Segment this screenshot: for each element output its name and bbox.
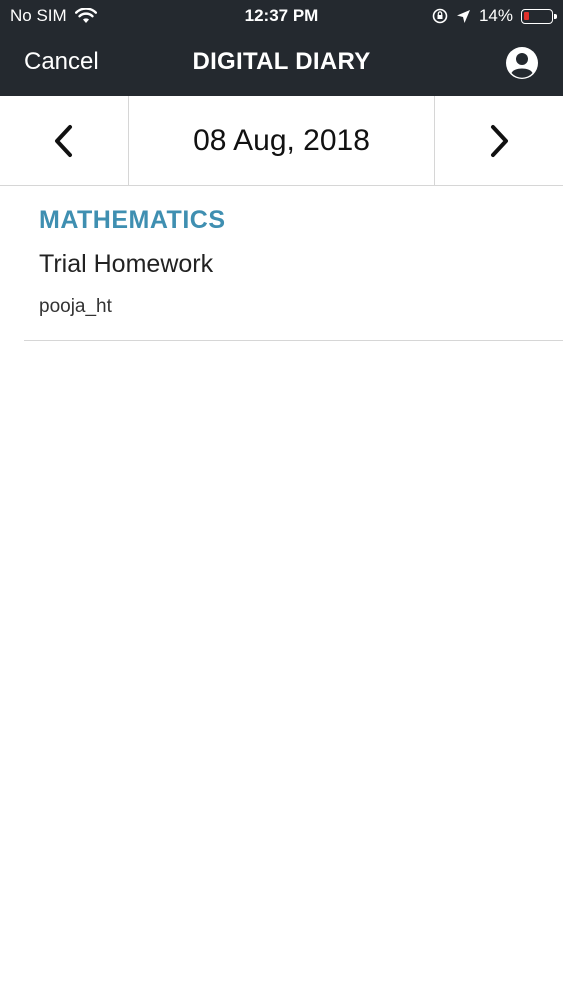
battery-icon xyxy=(521,8,557,24)
status-bar: No SIM 12:37 PM 14% xyxy=(0,0,563,32)
status-right: 14% xyxy=(432,6,557,26)
previous-date-button[interactable] xyxy=(0,96,129,185)
chevron-right-icon xyxy=(491,124,508,157)
next-date-button[interactable] xyxy=(434,96,563,185)
user-circle-icon[interactable] xyxy=(505,46,539,80)
entry-subject: MATHEMATICS xyxy=(39,206,226,234)
orientation-lock-icon xyxy=(432,8,448,24)
diary-entry[interactable]: MATHEMATICS Trial Homework pooja_ht xyxy=(24,186,563,341)
battery-percent: 14% xyxy=(478,6,513,25)
date-navigator: 08 Aug, 2018 xyxy=(0,96,563,186)
current-date: 08 Aug, 2018 xyxy=(193,123,370,157)
battery-level xyxy=(524,11,529,20)
entry-title: Trial Homework xyxy=(39,250,214,278)
page-title: DIGITAL DIARY xyxy=(192,48,371,75)
navigation-bar: Cancel DIGITAL DIARY xyxy=(0,32,563,96)
top-bar: No SIM 12:37 PM 14% Cancel DIGITAL DIARY xyxy=(0,0,563,96)
entry-author: pooja_ht xyxy=(39,296,112,317)
location-arrow-icon xyxy=(456,9,470,23)
chevron-left-icon xyxy=(55,124,72,157)
